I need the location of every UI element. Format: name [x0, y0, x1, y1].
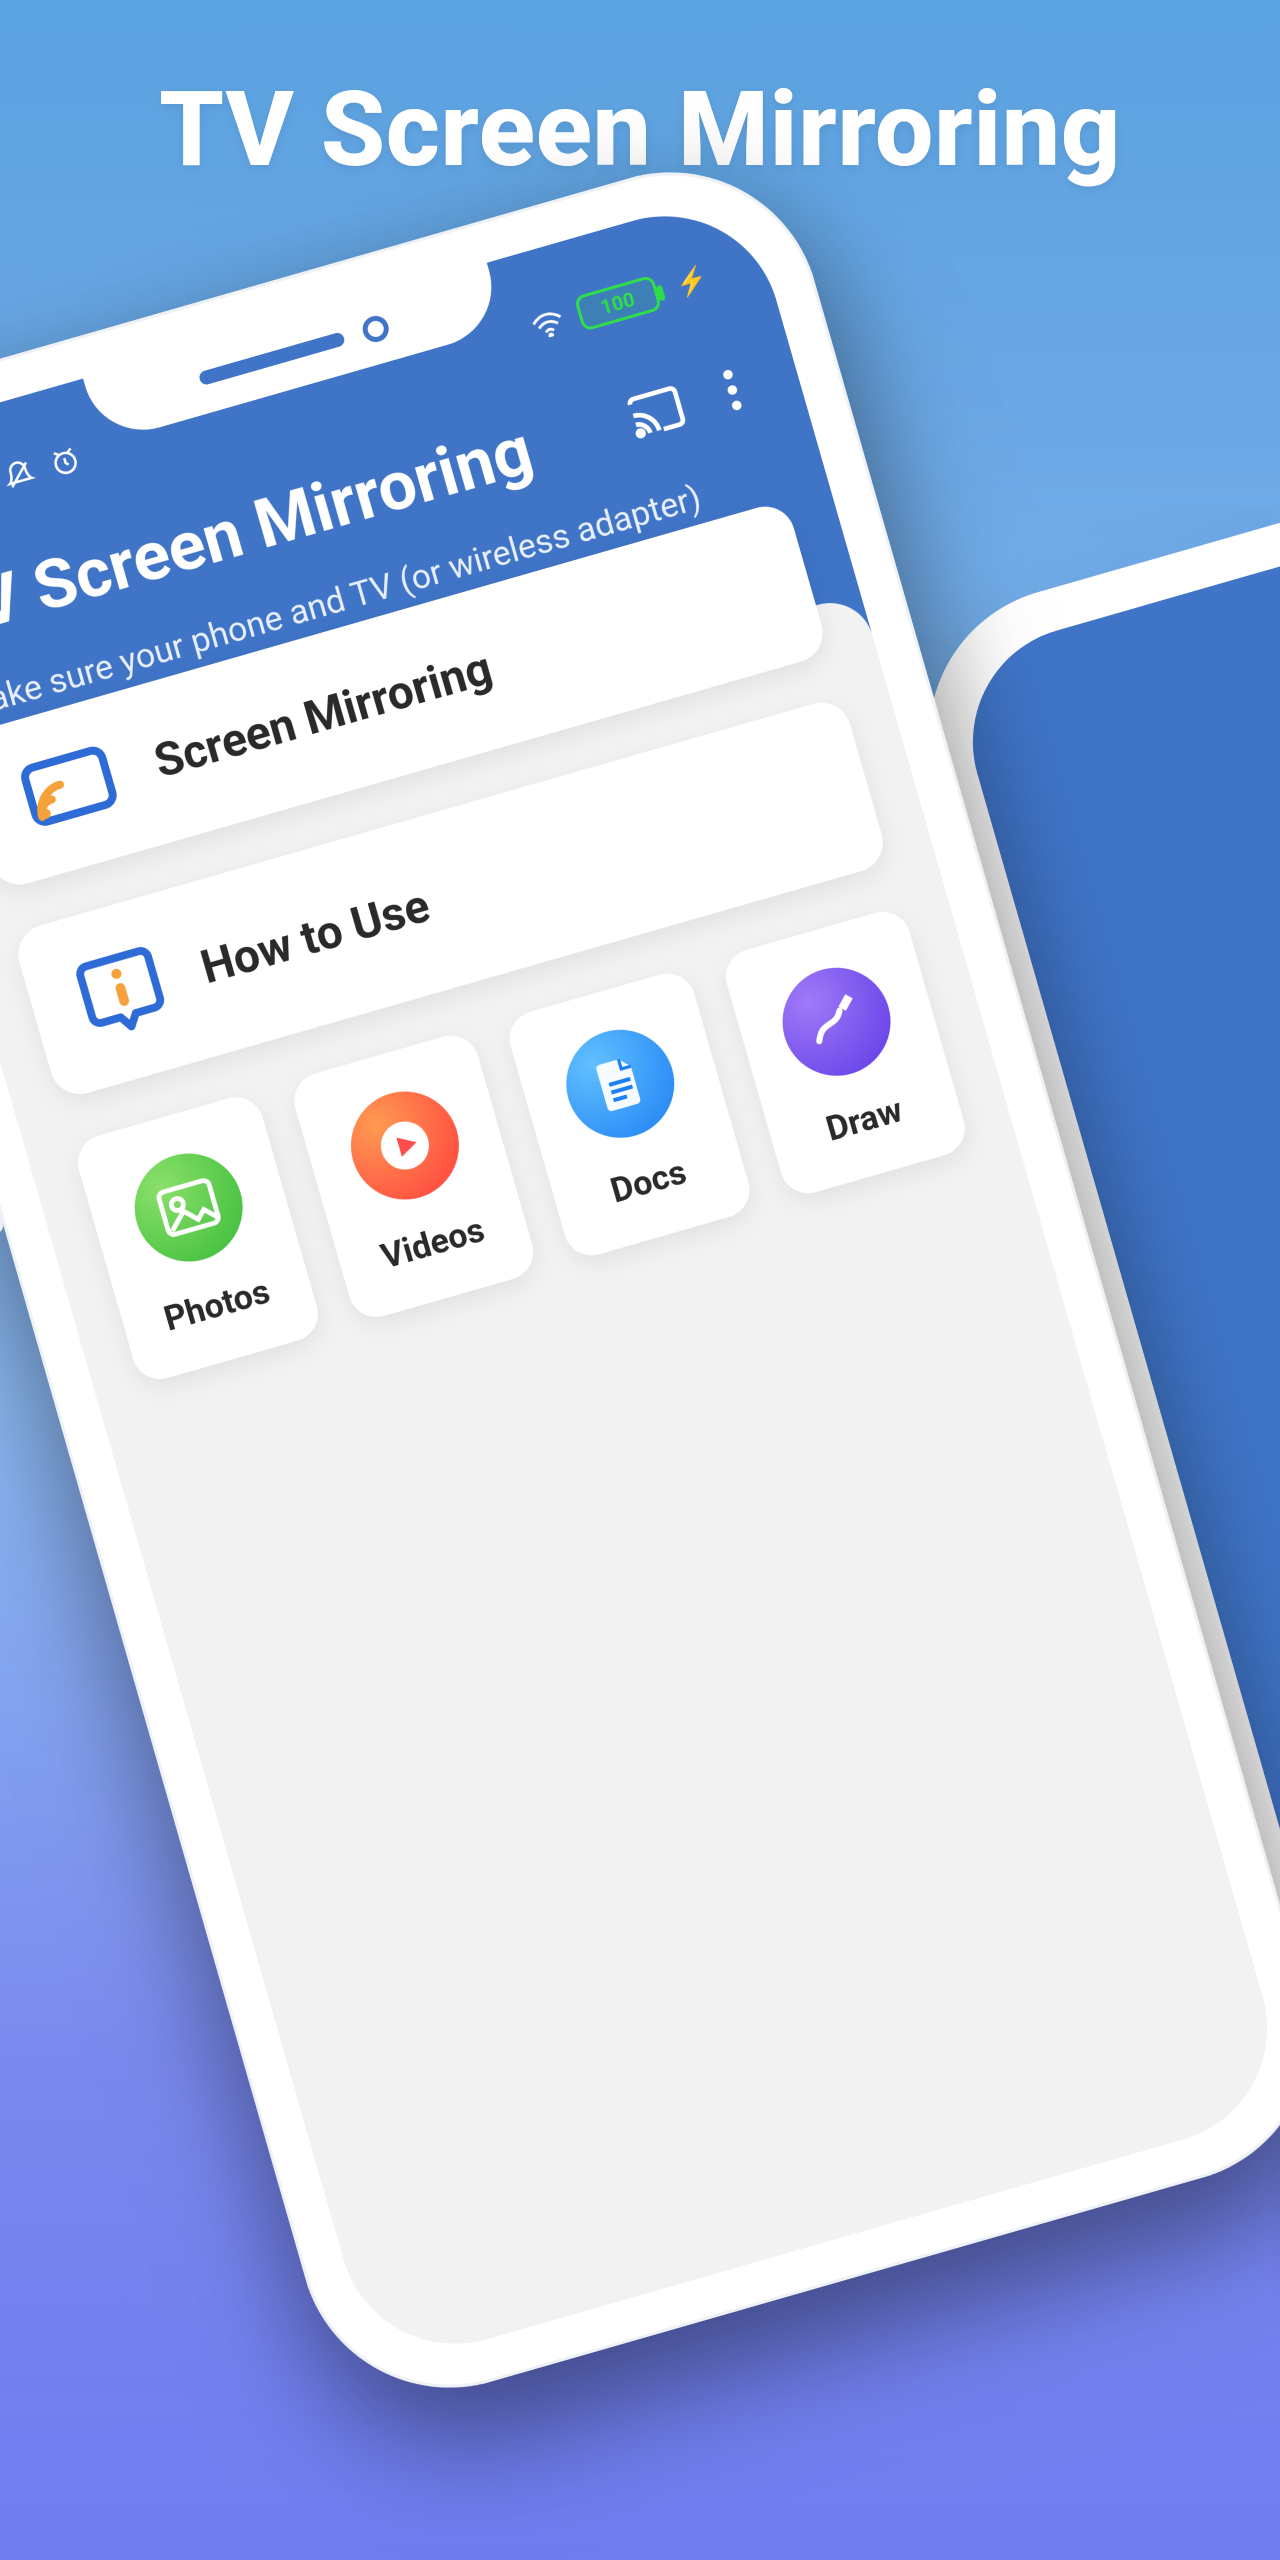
mute-icon — [1, 456, 38, 493]
tile-label: Docs — [606, 1152, 691, 1212]
primary-phone-stage: 13:14 — [0, 137, 1280, 2423]
draw-icon — [770, 955, 904, 1089]
tile-label: Draw — [822, 1090, 907, 1150]
tile-photos[interactable]: Photos — [71, 1091, 324, 1386]
screen-mirroring-icon — [15, 741, 123, 836]
side-button[interactable] — [0, 1154, 5, 1235]
videos-icon — [338, 1079, 472, 1213]
tile-videos[interactable]: Videos — [287, 1029, 540, 1324]
battery-indicator: 100 — [573, 275, 662, 332]
cast-icon[interactable] — [623, 381, 690, 443]
battery-percent: 100 — [598, 287, 638, 320]
menu-dots-icon[interactable] — [719, 365, 746, 415]
charging-icon: ⚡ — [672, 263, 711, 301]
info-icon — [72, 940, 173, 1045]
alarm-icon — [47, 443, 84, 480]
docs-icon — [554, 1017, 688, 1151]
promo-background: TV Screen Mirroring 13:14 — [0, 0, 1280, 2560]
phone-frame: 13:14 — [0, 137, 1280, 2423]
promo-headline: TV Screen Mirroring — [0, 0, 1280, 191]
tile-label: Videos — [377, 1210, 489, 1277]
how-to-use-label: How to Use — [195, 879, 436, 996]
photos-icon — [122, 1141, 256, 1275]
wifi-icon — [526, 305, 568, 342]
tile-docs[interactable]: Docs — [503, 967, 756, 1262]
tile-label: Photos — [160, 1271, 275, 1339]
tile-draw[interactable]: Draw — [719, 905, 972, 1200]
phone-screen: 13:14 — [0, 189, 1280, 2371]
